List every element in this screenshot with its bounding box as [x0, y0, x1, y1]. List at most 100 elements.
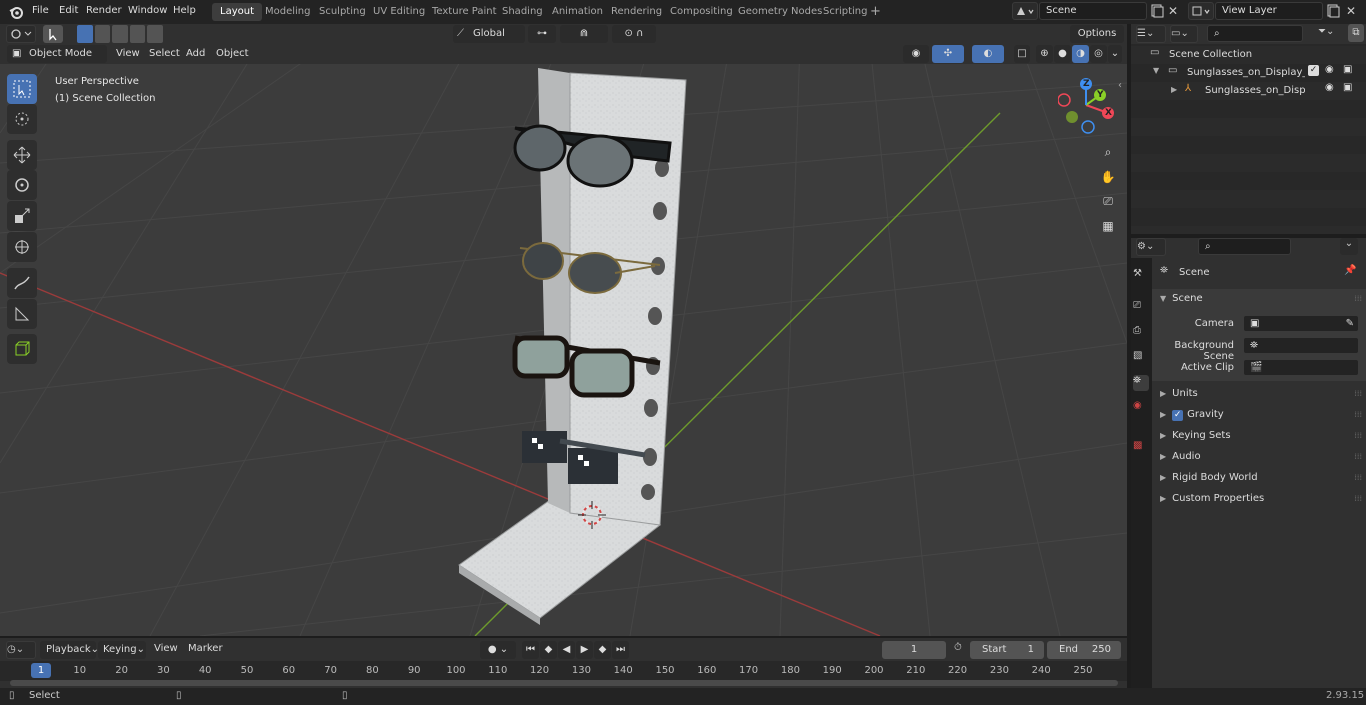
- new-view-layer-icon[interactable]: [1326, 4, 1340, 18]
- eye-icon[interactable]: ◉: [1325, 82, 1334, 93]
- select-subtract-icon[interactable]: [112, 25, 128, 43]
- properties-options-icon[interactable]: ⌄: [1340, 238, 1358, 255]
- current-frame-field[interactable]: 1: [882, 641, 946, 659]
- output-tab-icon[interactable]: ⎙: [1133, 325, 1149, 341]
- properties-editor-type-icon[interactable]: ⚙⌄: [1136, 238, 1166, 256]
- select-invert-icon[interactable]: [129, 25, 146, 43]
- camera-field[interactable]: ▣ ✎: [1243, 315, 1359, 332]
- drag-grip-icon[interactable]: ⁞⁞⁞: [1354, 447, 1362, 467]
- delete-scene-icon[interactable]: ✕: [1168, 4, 1182, 18]
- play-icon[interactable]: ▶: [576, 641, 593, 659]
- timeline-menu-view[interactable]: View: [148, 639, 184, 659]
- new-collection-icon[interactable]: ⧉: [1348, 24, 1364, 42]
- custom-properties-panel-header[interactable]: ▶ Custom Properties ⁞⁞⁞: [1152, 489, 1366, 509]
- playback-dropdown[interactable]: Playback⌄: [40, 641, 99, 659]
- expand-arrow-icon[interactable]: ▼: [1153, 66, 1159, 75]
- active-clip-field[interactable]: 🎬: [1243, 359, 1359, 376]
- shading-options-icon[interactable]: ⌄: [1108, 45, 1122, 63]
- drag-grip-icon[interactable]: ⁞⁞⁞: [1354, 289, 1362, 309]
- tool-tab-icon[interactable]: ⚒: [1133, 268, 1149, 284]
- keying-sets-panel-header[interactable]: ▶ Keying Sets ⁞⁞⁞: [1152, 426, 1366, 446]
- timeline-editor-type-icon[interactable]: ◷⌄: [6, 641, 36, 659]
- exclude-checkbox[interactable]: ✓: [1308, 65, 1319, 76]
- tab-scripting[interactable]: Scripting: [815, 3, 875, 21]
- start-frame-field[interactable]: Start 1: [970, 641, 1044, 659]
- measure-tool-icon[interactable]: [7, 299, 37, 329]
- menu-object[interactable]: Object: [210, 44, 255, 64]
- filter-icon[interactable]: ⏷⌄: [1318, 26, 1342, 42]
- menu-help[interactable]: Help: [167, 0, 202, 24]
- zoom-icon[interactable]: ⌕: [1098, 142, 1118, 162]
- eye-icon[interactable]: ◉: [1325, 64, 1334, 75]
- scene-section-header[interactable]: ▼ Scene ⁞⁞⁞: [1152, 289, 1366, 309]
- options-dropdown[interactable]: Options: [1070, 25, 1124, 43]
- tab-rendering[interactable]: Rendering: [603, 3, 670, 21]
- gravity-checkbox[interactable]: ✓: [1172, 410, 1184, 421]
- eyedropper-icon[interactable]: ✎: [1346, 316, 1354, 332]
- proportional-edit-icon[interactable]: ⊙ ∩: [612, 25, 656, 43]
- tweak-tool-icon[interactable]: [43, 25, 63, 43]
- camera-view-icon[interactable]: ⎚: [1098, 191, 1118, 211]
- drag-grip-icon[interactable]: ⁞⁞⁞: [1354, 468, 1362, 488]
- timeline-scrollbar[interactable]: [10, 680, 1118, 686]
- view-layer-selector-icon[interactable]: [1188, 2, 1214, 20]
- scene-selector-icon[interactable]: [1012, 2, 1038, 20]
- menu-window[interactable]: Window: [122, 0, 173, 24]
- select-extend-icon[interactable]: [94, 25, 111, 43]
- texture-tab-icon[interactable]: ▩: [1133, 440, 1149, 456]
- sidebar-toggle-icon[interactable]: ‹: [1118, 80, 1126, 92]
- expand-arrow-icon[interactable]: ▶: [1171, 85, 1177, 94]
- properties-search-input[interactable]: ⌕: [1198, 238, 1291, 255]
- play-reverse-icon[interactable]: ◀: [558, 641, 575, 659]
- wireframe-shading-icon[interactable]: ⊕: [1036, 45, 1053, 63]
- record-button[interactable]: ● ⌄: [480, 641, 516, 659]
- scene-name-field[interactable]: Scene: [1039, 2, 1147, 20]
- pin-icon[interactable]: 📌: [1344, 265, 1356, 276]
- editor-type-icon[interactable]: [6, 25, 36, 43]
- tab-shading[interactable]: Shading: [494, 3, 551, 21]
- stopwatch-icon[interactable]: ⏱: [954, 642, 962, 653]
- next-keyframe-icon[interactable]: ◆: [594, 641, 611, 659]
- new-scene-icon[interactable]: [1150, 4, 1164, 18]
- blender-logo-icon[interactable]: [8, 4, 24, 20]
- jump-start-icon[interactable]: ⏮: [522, 641, 539, 659]
- outliner-search-input[interactable]: ⌕: [1207, 25, 1303, 42]
- timeline-menu-marker[interactable]: Marker: [182, 639, 229, 659]
- tab-compositing[interactable]: Compositing: [662, 3, 741, 21]
- tab-modeling[interactable]: Modeling: [257, 3, 319, 21]
- tab-texture-paint[interactable]: Texture Paint: [424, 3, 505, 21]
- mode-dropdown[interactable]: ▣ Object Mode: [7, 45, 107, 63]
- camera-render-icon[interactable]: ▣: [1343, 64, 1352, 75]
- pan-hand-icon[interactable]: ✋: [1098, 167, 1118, 187]
- visibility-icon[interactable]: ◉: [903, 45, 929, 63]
- view-layer-field[interactable]: View Layer: [1215, 2, 1323, 20]
- prev-keyframe-icon[interactable]: ◆: [540, 641, 557, 659]
- display-mode-icon[interactable]: ▭⌄: [1170, 25, 1198, 43]
- snap-icon[interactable]: ⋒: [560, 25, 608, 43]
- units-panel-header[interactable]: ▶ Units ⁞⁞⁞: [1152, 384, 1366, 404]
- outliner-editor-type-icon[interactable]: ☰⌄: [1136, 25, 1166, 43]
- drag-grip-icon[interactable]: ⁞⁞⁞: [1354, 489, 1362, 509]
- rendered-shading-icon[interactable]: ◎: [1090, 45, 1107, 63]
- select-intersect-icon[interactable]: [147, 25, 163, 43]
- rotate-tool-icon[interactable]: [7, 170, 37, 200]
- drag-grip-icon[interactable]: ⁞⁞⁞: [1354, 426, 1362, 446]
- select-new-icon[interactable]: [77, 25, 93, 43]
- delete-view-layer-icon[interactable]: ✕: [1346, 4, 1360, 18]
- render-tab-icon[interactable]: ⎚: [1133, 300, 1149, 316]
- drag-grip-icon[interactable]: ⁞⁞⁞: [1354, 384, 1362, 404]
- transform-tool-icon[interactable]: [7, 232, 37, 262]
- audio-panel-header[interactable]: ▶ Audio ⁞⁞⁞: [1152, 447, 1366, 467]
- solid-shading-icon[interactable]: ●: [1054, 45, 1071, 63]
- scene-tab-icon[interactable]: ⛯: [1133, 375, 1149, 391]
- keying-dropdown[interactable]: Keying⌄: [98, 641, 146, 659]
- menu-view[interactable]: View: [110, 44, 146, 64]
- xray-icon[interactable]: □: [1014, 45, 1030, 63]
- add-workspace-icon[interactable]: +: [870, 5, 882, 19]
- background-scene-field[interactable]: ⛯: [1243, 337, 1359, 354]
- perspective-toggle-icon[interactable]: ▦: [1098, 216, 1118, 236]
- camera-render-icon[interactable]: ▣: [1343, 82, 1352, 93]
- gravity-panel-header[interactable]: ▶ ✓ Gravity ⁞⁞⁞: [1152, 405, 1366, 425]
- select-box-tool-icon[interactable]: [7, 74, 37, 104]
- world-tab-icon[interactable]: ◉: [1133, 400, 1149, 416]
